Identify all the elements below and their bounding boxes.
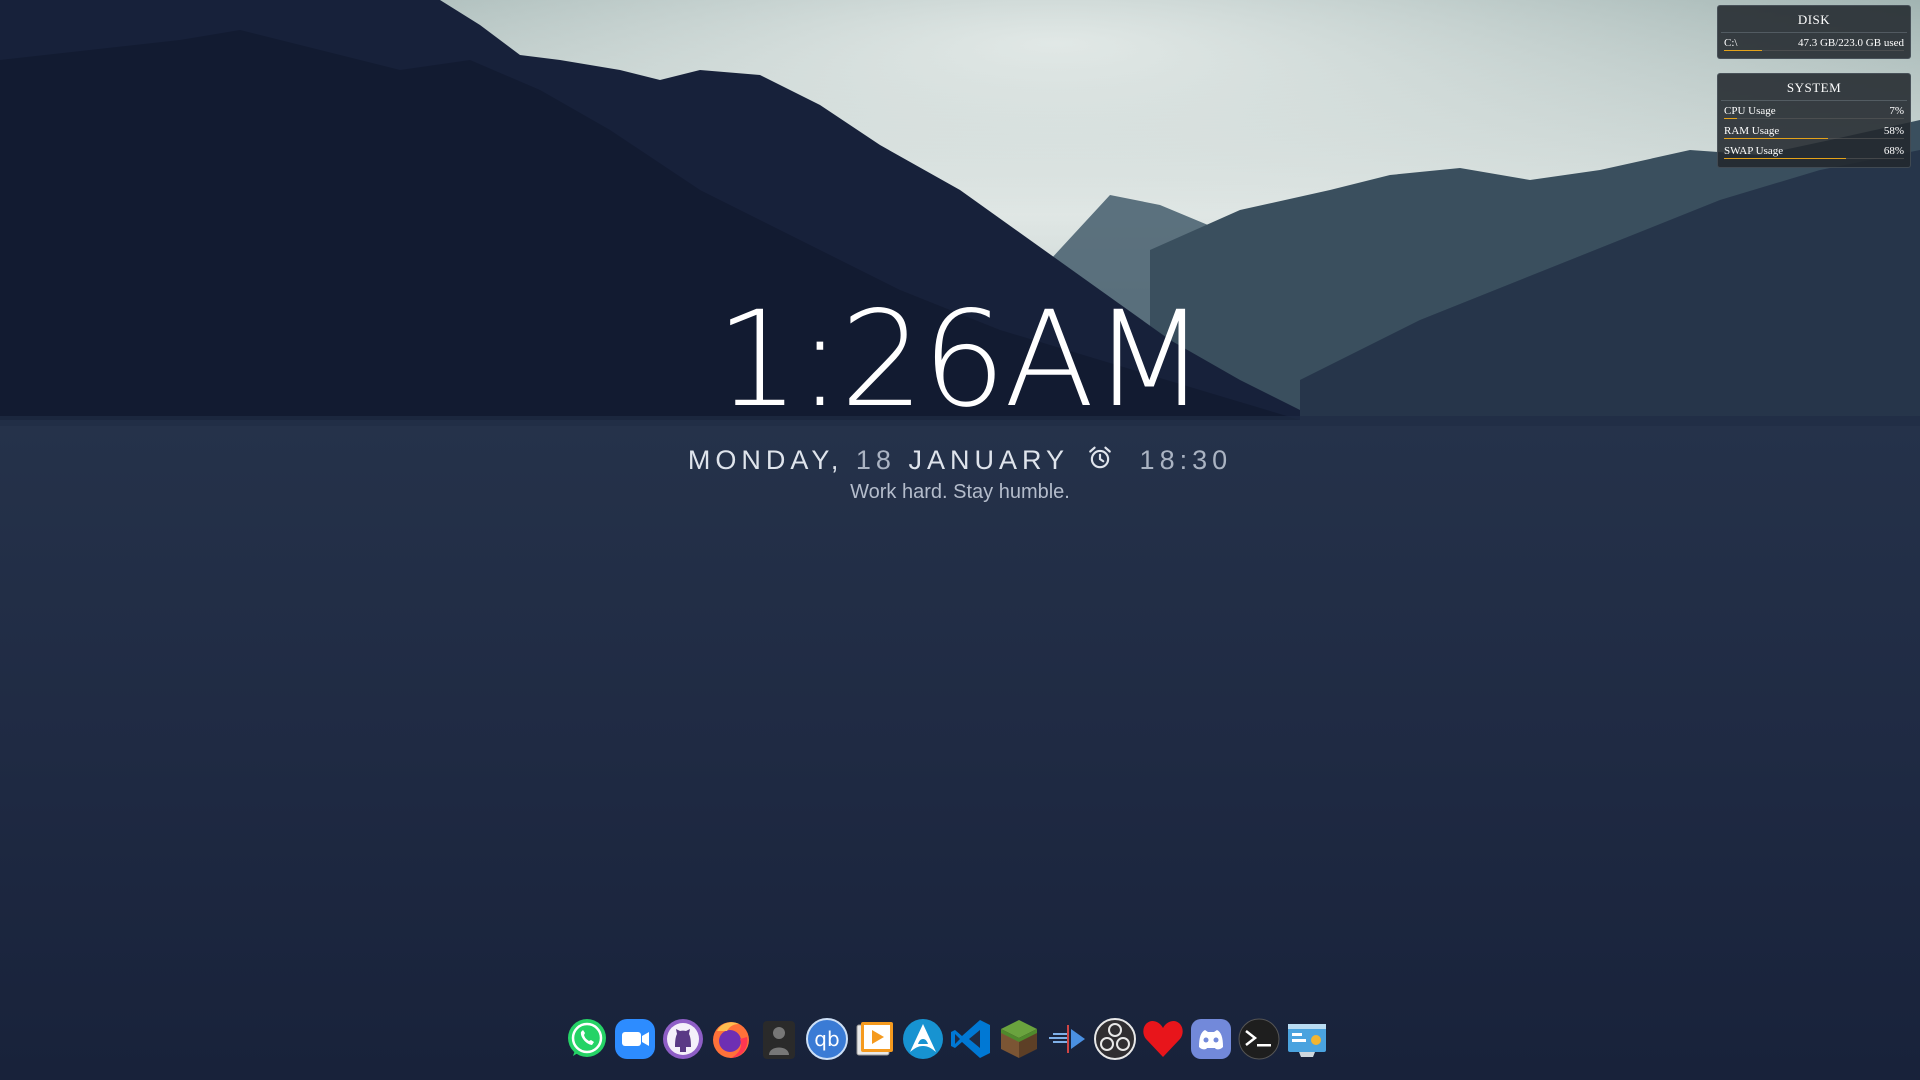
dock-item-qbittorrent[interactable]: qb [804,1015,849,1063]
swap-usage-label: SWAP Usage [1724,145,1784,157]
dock-item-zoom[interactable] [612,1015,657,1063]
dock-item-terminal[interactable] [1236,1015,1281,1063]
ram-usage-bar [1724,138,1904,139]
discord-icon [1190,1019,1231,1059]
dock-item-media-player[interactable] [852,1015,897,1063]
dock-item-firefox[interactable] [708,1015,753,1063]
swap-usage-value: 68% [1883,145,1904,157]
cpu-usage-value: 7% [1889,105,1904,117]
terminal-icon [1238,1018,1279,1060]
date-day: 18 [855,445,896,475]
minecraft-icon [1000,1020,1037,1058]
ram-usage-row: RAM Usage 58% [1722,121,1906,141]
alarm-time: 18:30 [1139,445,1233,475]
vscode-icon [950,1020,990,1058]
clock-widget: 1:26AM MONDAY, 18 JANUARY 18:30 Work har… [0,0,1920,1080]
dock-item-minecraft[interactable] [996,1015,1041,1063]
cpu-usage-label: CPU Usage [1724,105,1776,117]
disk-usage-bar [1724,50,1904,51]
dock-item-audio[interactable] [1044,1015,1089,1063]
github-icon [662,1019,703,1059]
qbittorrent-icon: qb [805,1018,848,1060]
cpu-usage-bar [1724,118,1904,119]
disk-usage-fill [1724,50,1762,51]
media-player-icon [856,1022,893,1056]
cpu-usage-fill [1724,118,1737,119]
ram-usage-fill [1724,138,1829,139]
dock-item-github[interactable] [660,1015,705,1063]
system-widget-title: SYSTEM [1721,74,1907,101]
disk-usage-value: 47.3 GB/223.0 GB used [1797,37,1904,49]
disk-widget-title: DISK [1721,6,1907,33]
dock-item-obs[interactable] [1092,1015,1137,1063]
dock-item-arch-linux[interactable] [900,1015,945,1063]
alarm-clock-icon [1089,446,1111,469]
svg-text:qb: qb [814,1027,839,1051]
swap-usage-fill [1724,158,1847,159]
control-panel-icon [1287,1024,1326,1057]
obs-icon [1093,1018,1136,1060]
dock-item-whatsapp[interactable] [564,1015,609,1063]
ram-usage-value: 58% [1883,125,1904,137]
disk-widget[interactable]: DISK C:\ 47.3 GB/223.0 GB used [1717,5,1911,59]
zoom-icon [614,1019,655,1059]
user-silhouette-icon [762,1021,795,1059]
system-widget[interactable]: SYSTEM CPU Usage 7% RAM Usage 58% SWAP U… [1717,73,1911,168]
clock-time: 1:26AM [715,283,1207,437]
arch-linux-icon [902,1019,943,1059]
cpu-usage-row: CPU Usage 7% [1722,101,1906,121]
dock-item-heart[interactable] [1140,1015,1185,1063]
swap-usage-row: SWAP Usage 68% [1722,141,1906,161]
audio-arrow-icon [1048,1025,1085,1053]
dock-item-user[interactable] [756,1015,801,1063]
app-dock: qb [564,1014,1329,1064]
ram-usage-label: RAM Usage [1724,125,1780,137]
date-line: MONDAY, 18 JANUARY 18:30 [0,445,1920,475]
dock-item-control-panel[interactable] [1284,1015,1329,1063]
disk-drive-label: C:\ [1724,37,1738,49]
date-month: JANUARY [908,445,1069,475]
motto-text: Work hard. Stay humble. [850,481,1070,503]
date-weekday: MONDAY, [687,445,844,475]
whatsapp-icon [567,1019,606,1057]
disk-row: C:\ 47.3 GB/223.0 GB used [1722,33,1906,53]
dock-item-discord[interactable] [1188,1015,1233,1063]
heart-icon [1142,1021,1183,1057]
swap-usage-bar [1724,158,1904,159]
firefox-icon [712,1022,749,1058]
dock-item-vscode[interactable] [948,1015,993,1063]
